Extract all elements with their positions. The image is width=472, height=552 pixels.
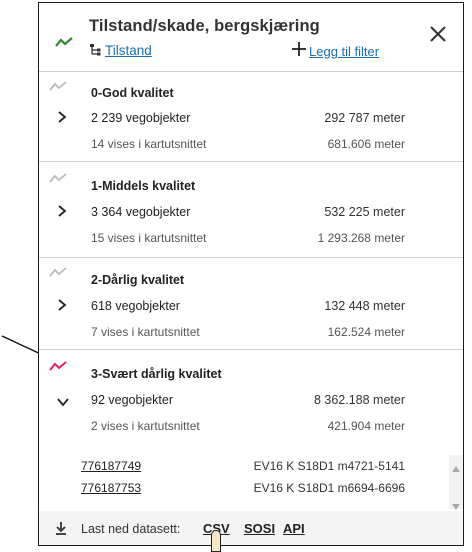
add-filter-link[interactable]: Legg til filter — [309, 44, 379, 59]
group-title: 0-God kvalitet — [91, 86, 174, 100]
group-length: 292 787 meter — [324, 111, 405, 125]
chevron-right-icon[interactable] — [57, 204, 67, 222]
group-object-count[interactable]: 618 vegobjekter — [91, 299, 180, 313]
trend-line-icon — [49, 79, 69, 97]
download-label: Last ned datasett: — [81, 522, 181, 536]
hierarchy-icon — [89, 43, 101, 61]
group-shown-length: 1 293.268 meter — [317, 231, 405, 245]
group-shown-count: 7 vises i kartutsnittet — [91, 325, 200, 339]
close-icon[interactable] — [429, 25, 447, 48]
group-object-count[interactable]: 92 vegobjekter — [91, 393, 173, 407]
scrollbar[interactable] — [449, 455, 463, 510]
trend-line-icon — [49, 171, 69, 189]
group-title: 3-Svært dårlig kvalitet — [91, 367, 222, 381]
trend-line-icon — [55, 35, 73, 53]
object-id-link[interactable]: 776187753 — [81, 481, 141, 495]
group-shown-count: 2 vises i kartutsnittet — [91, 419, 200, 433]
group-shown-length: 162.524 meter — [327, 325, 405, 339]
filter-link[interactable]: Tilstand — [105, 43, 152, 58]
chevron-right-icon[interactable] — [57, 110, 67, 128]
group-object-count[interactable]: 2 239 vegobjekter — [91, 111, 190, 125]
group-length: 8 362.188 meter — [313, 393, 405, 407]
group-title: 1-Middels kvalitet — [91, 179, 196, 193]
trend-line-icon — [49, 359, 69, 377]
download-icon — [55, 521, 67, 540]
divider — [39, 257, 463, 258]
group-shown-length: 681.606 meter — [327, 137, 405, 151]
object-location: EV16 K S18D1 m6694-6696 — [253, 481, 405, 495]
object-type-panel: Tilstand/skade, bergskjæring Tilstand Le… — [38, 2, 464, 546]
object-id-link[interactable]: 776187749 — [81, 459, 141, 473]
group-length: 532 225 meter — [324, 205, 405, 219]
object-location: EV16 K S18D1 m4721-5141 — [253, 459, 405, 473]
divider — [39, 349, 463, 350]
group-shown-length: 421.904 meter — [327, 419, 405, 433]
group-object-count[interactable]: 3 364 vegobjekter — [91, 205, 190, 219]
hand-pointer-icon — [211, 530, 221, 552]
divider — [39, 161, 463, 162]
chevron-right-icon[interactable] — [57, 298, 67, 316]
panel-header: Tilstand/skade, bergskjæring Tilstand Le… — [39, 3, 463, 71]
group-title: 2-Dårlig kvalitet — [91, 273, 185, 287]
chevron-down-icon[interactable] — [57, 394, 69, 412]
download-api-link[interactable]: API — [283, 521, 305, 536]
download-sosi-link[interactable]: SOSI — [244, 521, 275, 536]
plus-icon[interactable] — [291, 41, 307, 62]
group-length: 132 448 meter — [324, 299, 405, 313]
download-bar: Last ned datasett: CSV SOSI API — [39, 511, 463, 545]
group-shown-count: 15 vises i kartutsnittet — [91, 231, 207, 245]
page-title: Tilstand/skade, bergskjæring — [89, 17, 320, 35]
scroll-up-icon[interactable] — [452, 459, 460, 477]
divider — [39, 71, 463, 72]
trend-line-icon — [49, 265, 69, 283]
group-shown-count: 14 vises i kartutsnittet — [91, 137, 207, 151]
